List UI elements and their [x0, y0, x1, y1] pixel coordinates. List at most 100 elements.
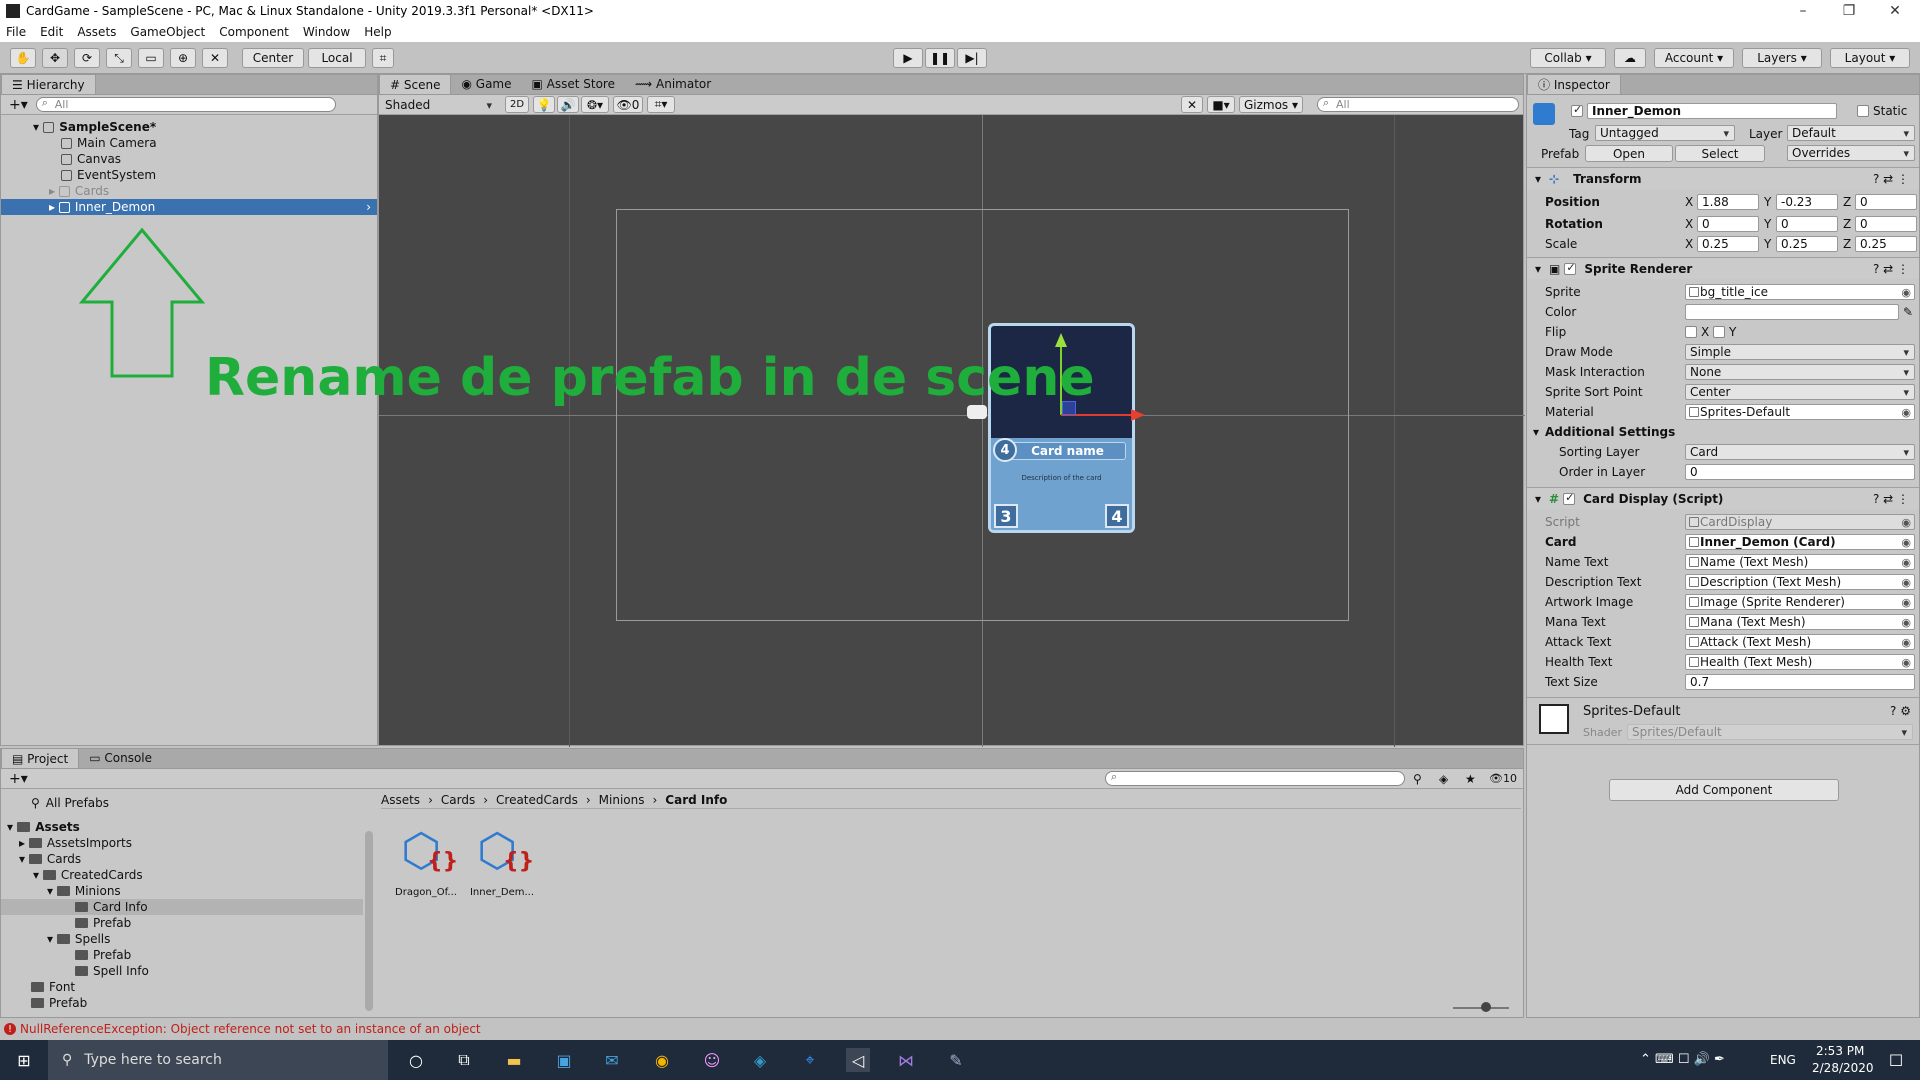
artwork-image-field[interactable]: Image (Sprite Renderer)	[1685, 594, 1915, 610]
eyedropper-icon[interactable]: ✎	[1903, 305, 1913, 319]
tag-dropdown[interactable]: Untagged	[1595, 125, 1735, 141]
asset-tile[interactable]: ⬡ {} Inner_Dem...	[467, 825, 537, 905]
breadcrumb-item[interactable]: Minions	[599, 793, 645, 807]
menu-file[interactable]: File	[6, 25, 26, 39]
2d-toggle-button[interactable]: 2D	[505, 96, 529, 113]
tree-spells[interactable]: ▾ Spells	[47, 931, 110, 947]
store-icon[interactable]: ▣	[552, 1048, 576, 1072]
visual-studio-icon[interactable]: ⋈	[894, 1048, 918, 1072]
layout-dropdown[interactable]: Layout ▾	[1830, 48, 1910, 68]
all-prefabs-item[interactable]: ⚲ All Prefabs	[31, 795, 109, 811]
chrome-icon[interactable]: ◉	[650, 1048, 674, 1072]
tab-scene[interactable]: # Scene	[379, 74, 452, 94]
status-bar[interactable]: ! NullReferenceException: Object referen…	[0, 1018, 1920, 1040]
material-settings-icon[interactable]: ? ⚙	[1890, 704, 1911, 718]
chevron-right-icon[interactable]: ›	[366, 200, 371, 214]
hierarchy-search-input[interactable]: All	[35, 96, 336, 112]
rect-tool-icon[interactable]: ▭	[138, 48, 164, 68]
rotation-x-field[interactable]: 0	[1697, 216, 1759, 232]
pivot-center-button[interactable]: Center	[242, 48, 304, 68]
gizmo-y-arrow-icon[interactable]	[1055, 333, 1067, 347]
health-text-field[interactable]: Health (Text Mesh)	[1685, 654, 1915, 670]
hidden-packages-button[interactable]: 👁10	[1489, 772, 1517, 785]
card-display-header[interactable]: ▾ # Card Display (Script) ? ⇄ ⋮	[1527, 487, 1919, 509]
flip-y-checkbox[interactable]	[1713, 326, 1725, 338]
mana-text-field[interactable]: Mana (Text Mesh)	[1685, 614, 1915, 630]
file-explorer-icon[interactable]: ▬	[502, 1048, 526, 1072]
tree-spell-info[interactable]: Spell Info	[75, 963, 149, 979]
tree-font[interactable]: Font	[31, 979, 75, 995]
tree-cards[interactable]: ▾ Cards	[19, 851, 81, 867]
asset-tile[interactable]: ⬡ {} Dragon_Of...	[391, 825, 461, 905]
text-size-field[interactable]: 0.7	[1685, 674, 1915, 690]
effects-icon[interactable]: ❂▾	[581, 96, 609, 113]
tab-console[interactable]: ▭ Console	[79, 748, 162, 768]
hierarchy-item-eventsystem[interactable]: EventSystem	[1, 167, 377, 183]
taskbar-search-box[interactable]: ⚲ Type here to search	[48, 1040, 388, 1080]
hierarchy-item-main-camera[interactable]: Main Camera	[1, 135, 377, 151]
menu-window[interactable]: Window	[303, 25, 350, 39]
account-dropdown[interactable]: Account ▾	[1654, 48, 1734, 68]
flip-x-checkbox[interactable]	[1685, 326, 1697, 338]
tree-prefab[interactable]: Prefab	[31, 995, 87, 1011]
mail-icon[interactable]: ✉	[600, 1048, 624, 1072]
filter-type-icon[interactable]: ⚲	[1413, 772, 1422, 786]
custom-tool-icon[interactable]: ✕	[202, 48, 228, 68]
component-menu-icon[interactable]: ? ⇄ ⋮	[1873, 172, 1909, 186]
grid-icon[interactable]: ⌗▾	[647, 96, 675, 113]
component-menu-icon[interactable]: ? ⇄ ⋮	[1873, 262, 1909, 276]
favorite-icon[interactable]: ★	[1465, 772, 1476, 786]
unity-editor-icon[interactable]: ◁	[846, 1048, 870, 1072]
tab-project[interactable]: ▤ Project	[1, 748, 80, 768]
filter-label-icon[interactable]: ◈	[1439, 772, 1448, 786]
notifications-icon[interactable]: ☐	[1884, 1048, 1908, 1072]
lighting-icon[interactable]: 💡	[533, 96, 555, 113]
transform-tool-icon[interactable]: ⊕	[170, 48, 196, 68]
layer-dropdown[interactable]: Default	[1787, 125, 1915, 141]
grid-snap-icon[interactable]: ⌗	[372, 48, 394, 68]
sprite-renderer-enabled-checkbox[interactable]	[1564, 261, 1577, 275]
tree-minions[interactable]: ▾ Minions	[47, 883, 121, 899]
prefab-overrides-dropdown[interactable]: Overrides	[1787, 145, 1915, 161]
position-y-field[interactable]: -0.23	[1776, 194, 1838, 210]
transform-header[interactable]: ▾ ⊹ Transform ? ⇄ ⋮	[1527, 167, 1919, 189]
slider-thumb[interactable]	[1481, 1002, 1491, 1012]
menu-gameobject[interactable]: GameObject	[130, 25, 205, 39]
sorting-layer-dropdown[interactable]: Card	[1685, 444, 1915, 460]
active-checkbox[interactable]	[1571, 103, 1583, 117]
rotate-tool-icon[interactable]: ⟳	[74, 48, 100, 68]
clock-time[interactable]: 2:53 PM	[1816, 1044, 1864, 1058]
name-text-field[interactable]: Name (Text Mesh)	[1685, 554, 1915, 570]
draw-mode-dropdown[interactable]: Simple	[1685, 344, 1915, 360]
maps-icon[interactable]: ⌖	[798, 1048, 822, 1072]
shader-dropdown[interactable]: Sprites/Default	[1627, 724, 1913, 740]
collab-button[interactable]: Collab ▾	[1530, 48, 1606, 68]
rotation-z-field[interactable]: 0	[1855, 216, 1917, 232]
sprite-renderer-header[interactable]: ▾ ▣ Sprite Renderer ? ⇄ ⋮	[1527, 257, 1919, 279]
tree-card-info[interactable]: Card Info	[75, 899, 148, 915]
color-field[interactable]	[1685, 304, 1899, 320]
menu-edit[interactable]: Edit	[40, 25, 63, 39]
order-in-layer-field[interactable]: 0	[1685, 464, 1915, 480]
prefab-open-button[interactable]: Open	[1585, 145, 1673, 162]
maximize-button[interactable]: ❐	[1826, 0, 1872, 22]
sprite-sort-point-dropdown[interactable]: Center	[1685, 384, 1915, 400]
tree-scrollbar[interactable]	[365, 831, 373, 1011]
paint-icon[interactable]: ✎	[944, 1048, 968, 1072]
scale-tool-icon[interactable]: ⤡	[106, 48, 132, 68]
material-field[interactable]: Sprites-Default	[1685, 404, 1915, 420]
cloud-icon[interactable]: ☁	[1614, 48, 1646, 68]
menu-assets[interactable]: Assets	[77, 25, 116, 39]
move-tool-icon[interactable]: ✥	[42, 48, 68, 68]
component-menu-icon[interactable]: ? ⇄ ⋮	[1873, 492, 1909, 506]
mask-interaction-dropdown[interactable]: None	[1685, 364, 1915, 380]
windows-start-icon[interactable]: ⊞	[12, 1048, 36, 1072]
minimize-button[interactable]: –	[1780, 0, 1826, 22]
task-view-icon[interactable]: ⧉	[452, 1048, 476, 1072]
unity-hub-icon[interactable]: ◈	[748, 1048, 772, 1072]
scene-viewport[interactable]: Card name 4 Description of the card 3 4	[379, 115, 1525, 747]
menu-help[interactable]: Help	[364, 25, 391, 39]
tab-asset-store[interactable]: ▣ Asset Store	[522, 74, 626, 94]
scale-x-field[interactable]: 0.25	[1697, 236, 1759, 252]
tab-hierarchy[interactable]: ☰ Hierarchy	[1, 74, 96, 94]
